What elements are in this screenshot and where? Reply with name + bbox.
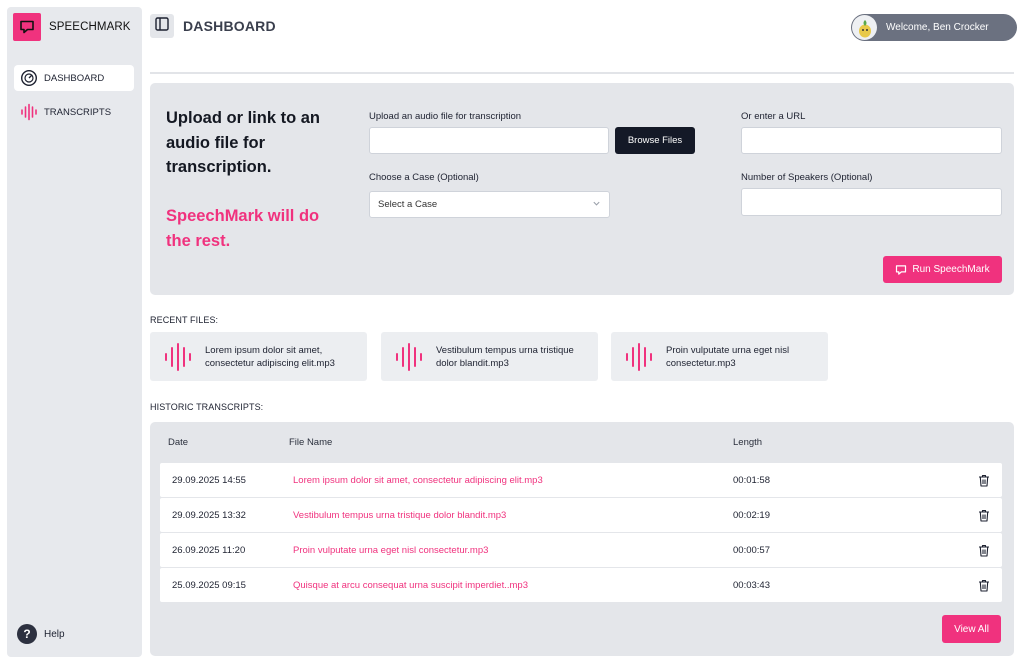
row-file-link[interactable]: Proin vulputate urna eget nisl consectet… xyxy=(293,545,488,556)
speech-bubble-icon xyxy=(895,264,907,276)
file-upload-input[interactable] xyxy=(369,127,609,154)
header-divider xyxy=(150,72,1014,74)
historic-transcripts-label: HISTORIC TRANSCRIPTS: xyxy=(150,402,264,412)
table-row: 29.09.2025 13:32 Vestibulum tempus urna … xyxy=(160,498,1002,532)
sidebar: SPEECHMARK DASHBOARD TRANSCRIPTS ? Help xyxy=(7,7,142,657)
speakers-input[interactable] xyxy=(741,188,1002,216)
recent-file-name: Proin vulputate urna eget nisl consectet… xyxy=(666,344,790,369)
chevron-down-icon xyxy=(592,199,601,211)
trash-icon[interactable] xyxy=(976,507,992,523)
url-input[interactable] xyxy=(741,127,1002,154)
sidebar-item-label: TRANSCRIPTS xyxy=(44,106,112,118)
brand-logo[interactable]: SPEECHMARK xyxy=(13,13,131,41)
row-length: 00:03:43 xyxy=(733,579,770,591)
row-file-link[interactable]: Quisque at arcu consequat urna suscipit … xyxy=(293,580,528,591)
upload-tagline: SpeechMark will do the rest. xyxy=(166,207,320,250)
row-date: 25.09.2025 09:15 xyxy=(172,579,246,591)
sidebar-toggle-button[interactable] xyxy=(150,14,174,38)
waveform-icon xyxy=(622,340,656,374)
recent-file-name: Vestibulum tempus urna tristique dolor b… xyxy=(436,344,574,369)
avatar xyxy=(852,15,877,40)
case-select-value: Select a Case xyxy=(378,199,438,210)
app-root: SPEECHMARK DASHBOARD TRANSCRIPTS ? Help … xyxy=(0,0,1024,665)
column-header-file-name: File Name xyxy=(289,437,333,448)
question-icon: ? xyxy=(17,624,37,644)
page-title: DASHBOARD xyxy=(183,18,276,34)
waveform-icon xyxy=(392,340,426,374)
run-speechmark-button[interactable]: Run SpeechMark xyxy=(883,256,1002,283)
recent-file-card[interactable]: Vestibulum tempus urna tristique dolor b… xyxy=(381,332,598,381)
recent-files-label: RECENT FILES: xyxy=(150,315,219,325)
sidebar-item-label: DASHBOARD xyxy=(44,72,105,84)
row-file-link[interactable]: Vestibulum tempus urna tristique dolor b… xyxy=(293,510,506,521)
sidebar-panel-icon xyxy=(155,16,169,36)
recent-file-card[interactable]: Lorem ipsum dolor sit amet, consectetur … xyxy=(150,332,367,381)
table-row: 25.09.2025 09:15 Quisque at arcu consequ… xyxy=(160,568,1002,602)
table-row: 29.09.2025 14:55 Lorem ipsum dolor sit a… xyxy=(160,463,1002,497)
file-upload-label: Upload an audio file for transcription xyxy=(369,111,522,122)
speech-bubble-icon xyxy=(13,13,41,41)
help-label: Help xyxy=(44,628,65,640)
upload-heading: Upload or link to an audio file for tran… xyxy=(166,109,321,176)
row-date: 29.09.2025 14:55 xyxy=(172,474,246,486)
row-date: 29.09.2025 13:32 xyxy=(172,509,246,521)
upload-panel: Upload or link to an audio file for tran… xyxy=(150,83,1014,295)
case-label: Choose a Case (Optional) xyxy=(369,172,479,183)
user-menu-button[interactable]: Welcome, Ben Crocker xyxy=(851,14,1017,41)
row-length: 00:02:19 xyxy=(733,509,770,521)
table-row: 26.09.2025 11:20 Proin vulputate urna eg… xyxy=(160,533,1002,567)
browse-files-button[interactable]: Browse Files xyxy=(615,127,695,154)
view-all-button[interactable]: View All xyxy=(942,615,1001,643)
column-header-length: Length xyxy=(733,437,763,448)
row-file-link[interactable]: Lorem ipsum dolor sit amet, consectetur … xyxy=(293,475,543,486)
url-label: Or enter a URL xyxy=(741,111,806,122)
case-select[interactable]: Select a Case xyxy=(369,191,610,218)
welcome-text: Welcome, Ben Crocker xyxy=(886,22,989,33)
brand-name: SPEECHMARK xyxy=(49,21,131,33)
trash-icon[interactable] xyxy=(976,577,992,593)
row-length: 00:01:58 xyxy=(733,474,770,486)
row-date: 26.09.2025 11:20 xyxy=(172,544,246,556)
sidebar-item-dashboard[interactable]: DASHBOARD xyxy=(14,65,134,91)
waveform-icon xyxy=(20,103,38,121)
waveform-icon xyxy=(161,340,195,374)
recent-file-name: Lorem ipsum dolor sit amet, consectetur … xyxy=(205,344,335,369)
column-header-date: Date xyxy=(168,437,189,448)
speakers-label: Number of Speakers (Optional) xyxy=(741,172,873,183)
recent-file-card[interactable]: Proin vulputate urna eget nisl consectet… xyxy=(611,332,828,381)
sidebar-item-transcripts[interactable]: TRANSCRIPTS xyxy=(14,99,134,125)
row-length: 00:00:57 xyxy=(733,544,770,556)
historic-transcripts-table: Date File Name Length 29.09.2025 14:55 L… xyxy=(150,422,1014,656)
trash-icon[interactable] xyxy=(976,472,992,488)
gauge-icon xyxy=(20,69,38,87)
help-link[interactable]: ? Help xyxy=(17,624,65,644)
run-button-label: Run SpeechMark xyxy=(912,264,990,275)
trash-icon[interactable] xyxy=(976,542,992,558)
